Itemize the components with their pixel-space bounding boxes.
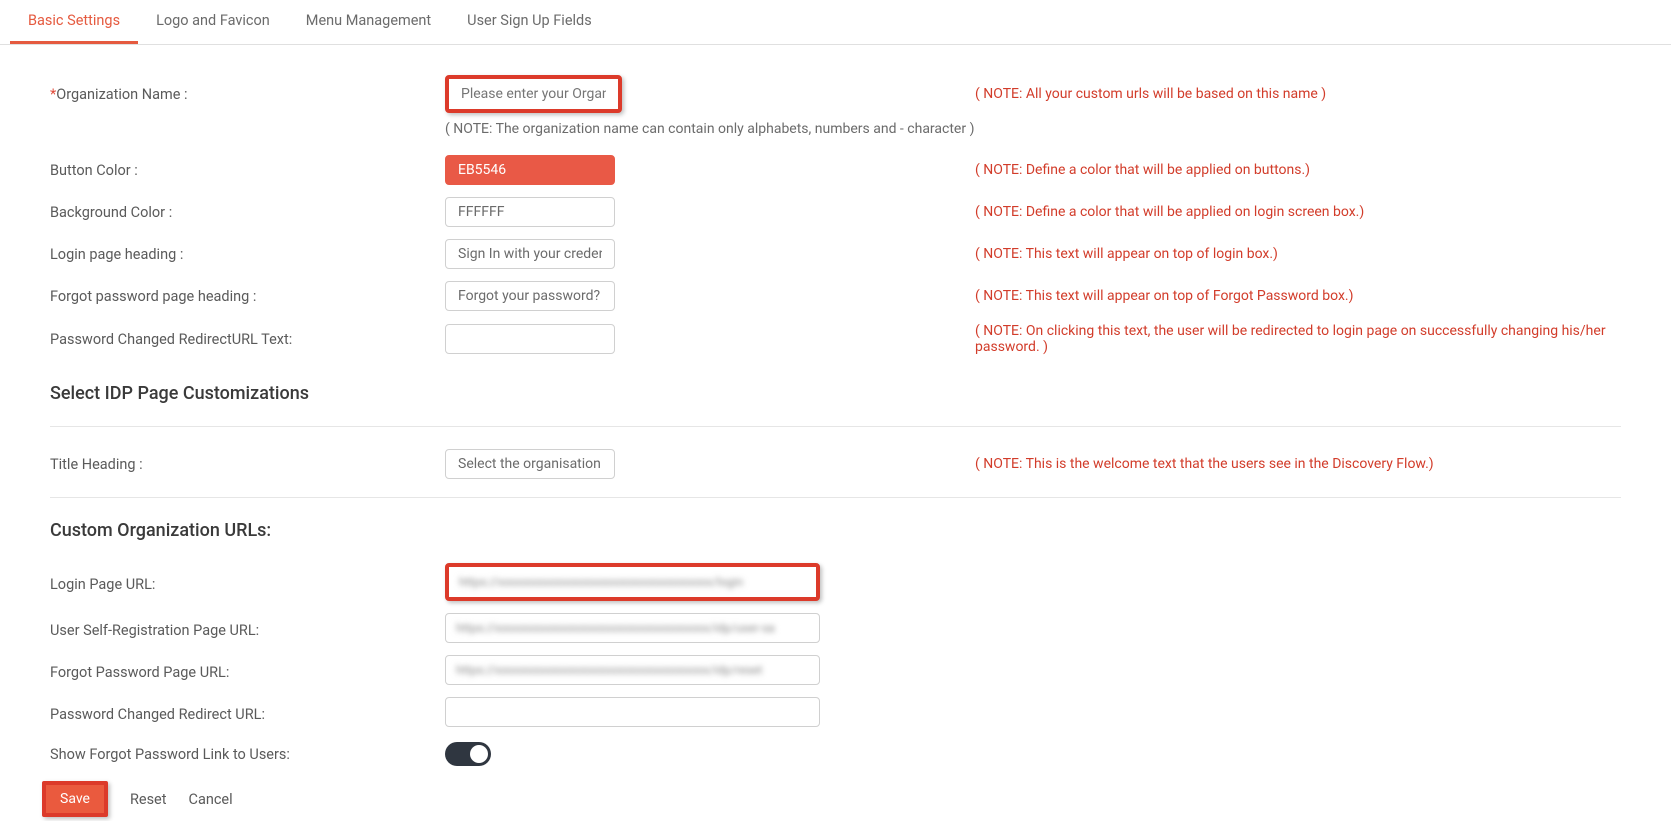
row-background-color: Background Color : ( NOTE: Define a colo…: [50, 197, 1621, 227]
title-heading-input[interactable]: [445, 449, 615, 479]
label-show-forgot: Show Forgot Password Link to Users:: [50, 746, 445, 763]
label-self-reg-url: User Self-Registration Page URL:: [50, 617, 445, 639]
toggle-knob: [470, 745, 488, 763]
heading-idp-customizations: Select IDP Page Customizations: [50, 383, 1621, 404]
row-login-heading: Login page heading : ( NOTE: This text w…: [50, 239, 1621, 269]
note-login-heading: ( NOTE: This text will appear on top of …: [965, 246, 1621, 262]
label-button-color: Button Color :: [50, 162, 445, 179]
login-page-url-display: https://xxxxxxxxxxxxxxxxxxxxxxxxxxxxxxxx…: [445, 563, 820, 601]
label-login-page-url: Login Page URL:: [50, 571, 445, 593]
note-forgot-heading: ( NOTE: This text will appear on top of …: [965, 288, 1621, 304]
label-forgot-heading: Forgot password page heading :: [50, 288, 445, 305]
tab-basic-settings[interactable]: Basic Settings: [10, 0, 138, 44]
row-organization-name: *Organization Name : ( NOTE: All your cu…: [50, 75, 1621, 113]
label-organization-name: *Organization Name :: [50, 86, 445, 103]
label-title-heading: Title Heading :: [50, 456, 445, 473]
pwd-redirect-text-input[interactable]: [445, 324, 615, 354]
divider-urls-top: [50, 497, 1621, 498]
heading-custom-urls: Custom Organization URLs:: [50, 520, 1621, 541]
subnote-organization-name: ( NOTE: The organization name can contai…: [50, 121, 1621, 137]
note-pwd-redirect-text: ( NOTE: On clicking this text, the user …: [965, 323, 1621, 355]
form-content: *Organization Name : ( NOTE: All your cu…: [0, 75, 1671, 817]
tabs-nav: Basic Settings Logo and Favicon Menu Man…: [0, 0, 1671, 45]
row-pwd-redirect-url: Password Changed Redirect URL:: [50, 697, 1621, 727]
row-pwd-redirect-text: Password Changed RedirectURL Text: ( NOT…: [50, 323, 1621, 355]
action-row: Save Reset Cancel: [42, 781, 1621, 817]
show-forgot-toggle[interactable]: [445, 742, 491, 766]
label-pwd-redirect-url: Password Changed Redirect URL:: [50, 701, 445, 723]
row-self-reg-url: User Self-Registration Page URL: https:/…: [50, 613, 1621, 643]
forgot-pwd-url-display: https://xxxxxxxxxxxxxxxxxxxxxxxxxxxxxxxx…: [445, 655, 820, 685]
label-pwd-redirect-text: Password Changed RedirectURL Text:: [50, 331, 445, 348]
row-login-page-url: Login Page URL: https://xxxxxxxxxxxxxxxx…: [50, 563, 1621, 601]
note-button-color: ( NOTE: Define a color that will be appl…: [965, 162, 1621, 178]
reset-link[interactable]: Reset: [130, 791, 167, 808]
label-forgot-pwd-url: Forgot Password Page URL:: [50, 659, 445, 681]
row-button-color: Button Color : ( NOTE: Define a color th…: [50, 155, 1621, 185]
tab-menu-management[interactable]: Menu Management: [288, 0, 449, 44]
cancel-link[interactable]: Cancel: [189, 791, 233, 808]
label-login-heading: Login page heading :: [50, 246, 445, 263]
background-color-input[interactable]: [445, 197, 615, 227]
button-color-input[interactable]: [445, 155, 615, 185]
forgot-heading-input[interactable]: [445, 281, 615, 311]
pwd-redirect-url-display: [445, 697, 820, 727]
row-title-heading: Title Heading : ( NOTE: This is the welc…: [50, 449, 1621, 479]
tab-user-signup-fields[interactable]: User Sign Up Fields: [449, 0, 610, 44]
row-forgot-pwd-url: Forgot Password Page URL: https://xxxxxx…: [50, 655, 1621, 685]
label-background-color: Background Color :: [50, 204, 445, 221]
note-title-heading: ( NOTE: This is the welcome text that th…: [965, 456, 1621, 472]
save-button[interactable]: Save: [42, 781, 108, 817]
note-background-color: ( NOTE: Define a color that will be appl…: [965, 204, 1621, 220]
row-show-forgot-toggle: Show Forgot Password Link to Users:: [50, 739, 1621, 769]
self-reg-url-display: https://xxxxxxxxxxxxxxxxxxxxxxxxxxxxxxxx…: [445, 613, 820, 643]
divider-idp: [50, 426, 1621, 427]
note-organization-name: ( NOTE: All your custom urls will be bas…: [965, 86, 1621, 102]
login-heading-input[interactable]: [445, 239, 615, 269]
row-forgot-heading: Forgot password page heading : ( NOTE: T…: [50, 281, 1621, 311]
organization-name-input[interactable]: [445, 75, 622, 113]
tab-logo-favicon[interactable]: Logo and Favicon: [138, 0, 288, 44]
